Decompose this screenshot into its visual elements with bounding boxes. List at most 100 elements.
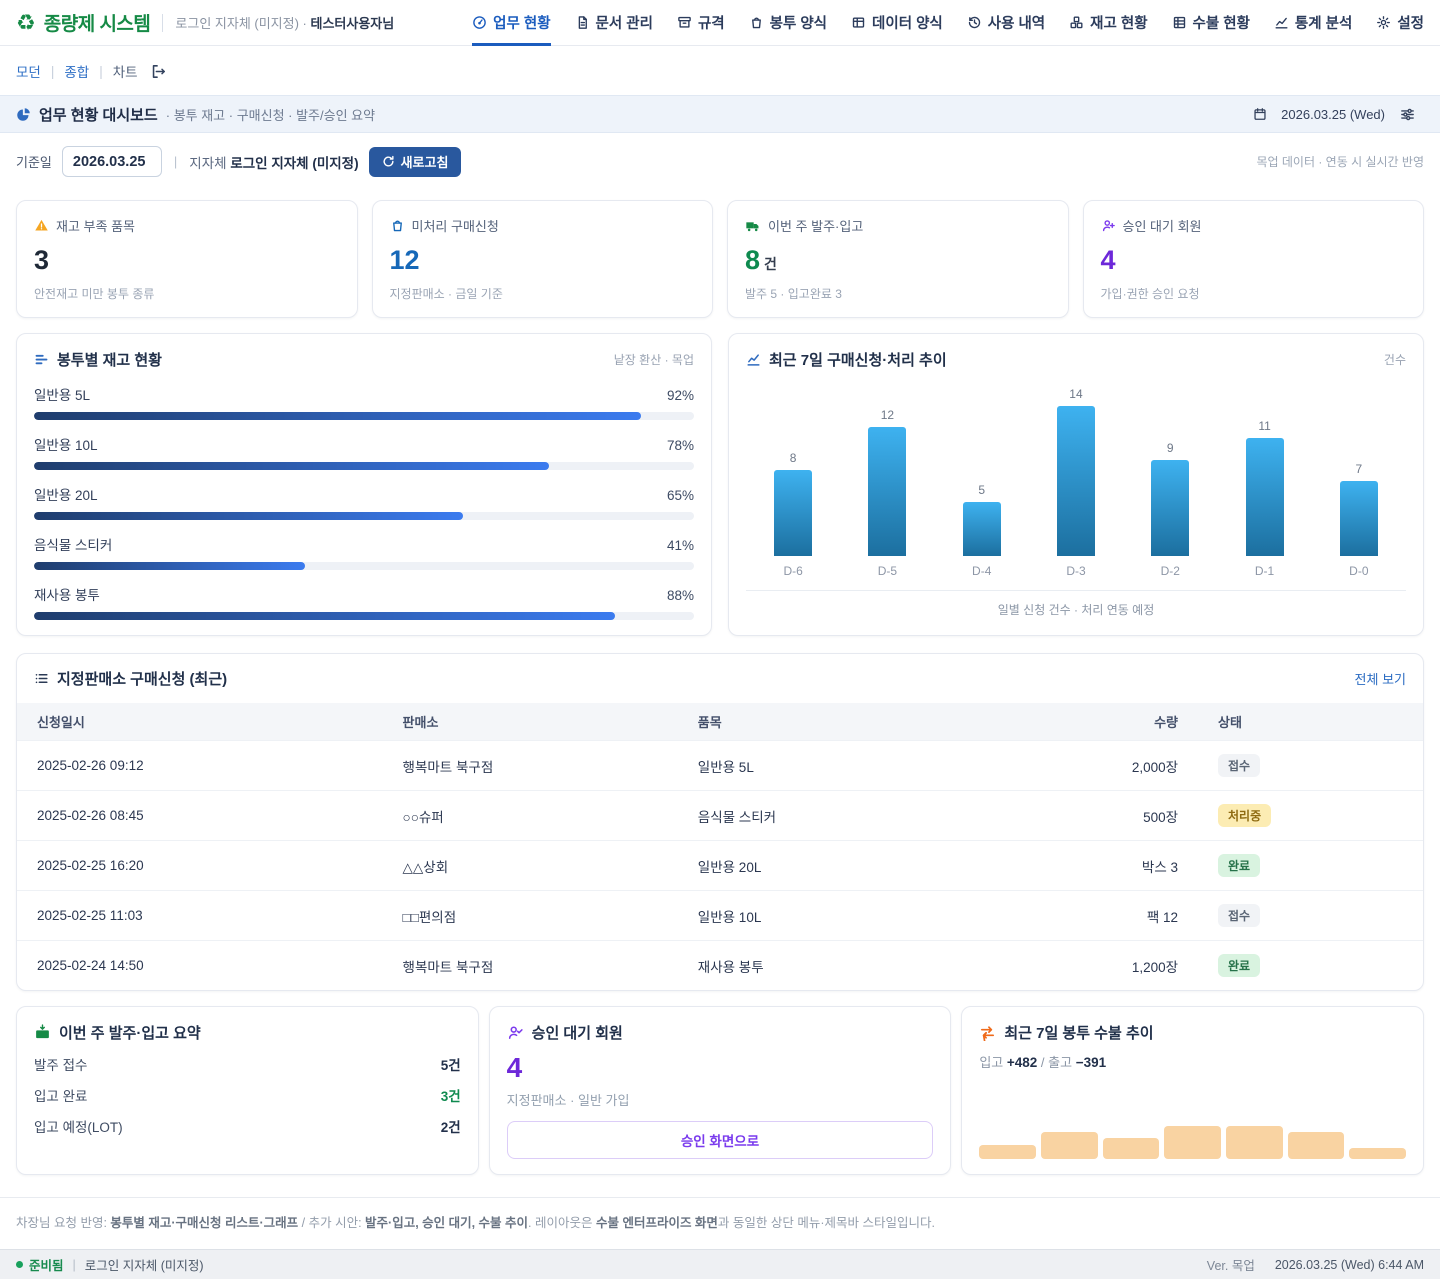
nav-item-stats[interactable]: 통계 분석 [1274, 0, 1352, 46]
view-switcher: 모던 | 종합 | 차트 [0, 46, 1440, 95]
trend-x-label: D-0 [1312, 564, 1406, 578]
trend-panel: 최근 7일 구매신청·처리 추이 건수 8 12 5 14 9 11 7 D-6… [728, 333, 1424, 636]
bar-chart-icon [34, 352, 49, 367]
nav-label: 재고 현황 [1090, 12, 1147, 33]
summary-row: 입고 예정(LOT)2건 [34, 1116, 461, 1136]
nav-item-ledger[interactable]: 수불 현황 [1172, 0, 1250, 46]
flow-bar [1288, 1132, 1345, 1159]
nav-item-data-forms[interactable]: 데이터 양식 [851, 0, 943, 46]
nav-label: 봉투 양식 [770, 12, 827, 33]
col-qty: 수량 [1029, 703, 1198, 741]
refresh-button[interactable]: 새로고침 [369, 147, 462, 177]
progress-track [34, 462, 694, 470]
bag-icon [749, 15, 764, 30]
summary-value: 5건 [441, 1054, 461, 1074]
document-icon [575, 15, 590, 30]
flow-bar [979, 1145, 1036, 1159]
nav-item-dashboard[interactable]: 업무 현황 [472, 0, 550, 46]
logout-icon[interactable] [150, 63, 167, 80]
nav-item-usage-history[interactable]: 사용 내역 [967, 0, 1045, 46]
trend-col: 12 [840, 380, 934, 556]
trend-col: 14 [1029, 380, 1123, 556]
trend-col: 7 [1312, 380, 1406, 556]
note-segment: 발주·입고, 승인 대기, 수불 추이 [365, 1216, 528, 1230]
progress-track [34, 562, 694, 570]
flow-in-label: 입고 [979, 1055, 1003, 1070]
table-row[interactable]: 2025-02-26 09:12 행복마트 북구점 일반용 5L 2,000장 … [17, 741, 1423, 791]
status-ready: 준비됨 [29, 1255, 64, 1274]
app-logo: ♻ 종량제 시스템 [16, 9, 150, 36]
progress-fill [34, 562, 305, 570]
table-row[interactable]: 2025-02-25 16:20 △△상회 일반용 20L 박스 3 완료 [17, 841, 1423, 891]
status-badge: 완료 [1218, 854, 1260, 877]
status-datetime: 2026.03.25 (Wed) 6:44 AM [1275, 1258, 1424, 1272]
summary-cards: 이번 주 발주·입고 요약 발주 접수5건 입고 완료3건 입고 예정(LOT)… [0, 991, 1440, 1175]
stat-card-pending-requests: 미처리 구매신청 12 지정판매소 · 금일 기준 [372, 200, 714, 318]
inventory-panel-title: 봉투별 재고 현황 [57, 349, 162, 370]
trend-x-label: D-6 [746, 564, 840, 578]
grid-icon [851, 15, 866, 30]
mock-note: 목업 데이터 · 연동 시 실시간 반영 [1256, 153, 1424, 170]
stat-value-number: 8 [745, 245, 760, 275]
cell-qty: 팩 12 [1029, 891, 1198, 941]
progress-fill [34, 462, 549, 470]
org-line: 지자체 로그인 지자체 (미지정) [189, 152, 358, 172]
cell-date: 2025-02-26 09:12 [17, 741, 383, 791]
trend-col: 11 [1217, 380, 1311, 556]
flow-out-label: 출고 [1048, 1055, 1072, 1070]
truck-icon [745, 218, 761, 234]
trend-col: 8 [746, 380, 840, 556]
stat-caption: 지정판매소 · 금일 기준 [390, 285, 696, 302]
nav-item-bag-forms[interactable]: 봉투 양식 [749, 0, 827, 46]
view-combined-link[interactable]: 종합 [64, 61, 89, 81]
nav-item-documents[interactable]: 문서 관리 [575, 0, 653, 46]
trend-panel-title: 최근 7일 구매신청·처리 추이 [769, 349, 947, 370]
titlebar-date[interactable]: 2026.03.25 (Wed) [1253, 107, 1385, 122]
refresh-label: 새로고침 [401, 152, 449, 171]
nav-label: 통계 분석 [1295, 12, 1352, 33]
inventory-panel-note: 낱장 환산 · 목업 [614, 351, 694, 368]
stat-caption: 안전재고 미만 봉투 종류 [34, 285, 340, 302]
divider: | [73, 1258, 76, 1272]
table-row[interactable]: 2025-02-25 11:03 □□편의점 일반용 10L 팩 12 접수 [17, 891, 1423, 941]
trend-bar [868, 427, 906, 556]
view-modern-link[interactable]: 모던 [16, 61, 41, 81]
base-date-input[interactable] [62, 146, 162, 177]
col-item: 품목 [678, 703, 1030, 741]
nav-item-specs[interactable]: 규격 [677, 0, 725, 46]
cell-item: 음식물 스티커 [678, 791, 1030, 841]
go-approval-button[interactable]: 승인 화면으로 [507, 1121, 934, 1159]
cell-qty: 1,200장 [1029, 941, 1198, 991]
cell-store: △△상회 [383, 841, 678, 891]
footer-note: 차장님 요청 반영: 봉투별 재고·구매신청 리스트·그래프 / 추가 시안: … [0, 1197, 1440, 1249]
dashboard-icon [472, 15, 487, 30]
view-all-link[interactable]: 전체 보기 [1355, 669, 1406, 688]
summary-value: 2건 [441, 1116, 461, 1136]
flow-bar [1164, 1126, 1221, 1159]
cell-item: 일반용 5L [678, 741, 1030, 791]
login-user: 테스터사용자님 [311, 16, 395, 31]
trend-chart: 8 12 5 14 9 11 7 [746, 380, 1406, 556]
cell-qty: 2,000장 [1029, 741, 1198, 791]
summary-row: 입고 완료3건 [34, 1085, 461, 1105]
note-segment: . 레이아웃은 [528, 1216, 596, 1230]
trend-x-label: D-3 [1029, 564, 1123, 578]
stat-cards: 재고 부족 품목 3 안전재고 미만 봉투 종류 미처리 구매신청 12 지정판… [0, 190, 1440, 318]
cell-date: 2025-02-26 08:45 [17, 791, 383, 841]
trend-value-label: 7 [1355, 462, 1362, 476]
archive-icon [677, 15, 692, 30]
box-in-icon [34, 1024, 51, 1041]
status-org: 로그인 지자체 (미지정) [85, 1255, 204, 1274]
inventory-category: 일반용 10L [34, 434, 98, 454]
trend-bar [1340, 481, 1378, 556]
stat-title: 이번 주 발주·입고 [768, 216, 863, 235]
nav-item-inventory[interactable]: 재고 현황 [1069, 0, 1147, 46]
main-nav: 업무 현황 문서 관리 규격 봉투 양식 데이터 양식 사용 내역 재고 현황 [472, 0, 1424, 46]
cell-store: □□편의점 [383, 891, 678, 941]
table-row[interactable]: 2025-02-24 14:50 행복마트 북구점 재사용 봉투 1,200장 … [17, 941, 1423, 991]
nav-item-settings[interactable]: 설정 [1376, 0, 1424, 46]
table-row[interactable]: 2025-02-26 08:45 ○○슈퍼 음식물 스티커 500장 처리중 [17, 791, 1423, 841]
cell-store: ○○슈퍼 [383, 791, 678, 841]
sliders-icon[interactable] [1399, 106, 1416, 123]
nav-label: 데이터 양식 [872, 12, 943, 33]
